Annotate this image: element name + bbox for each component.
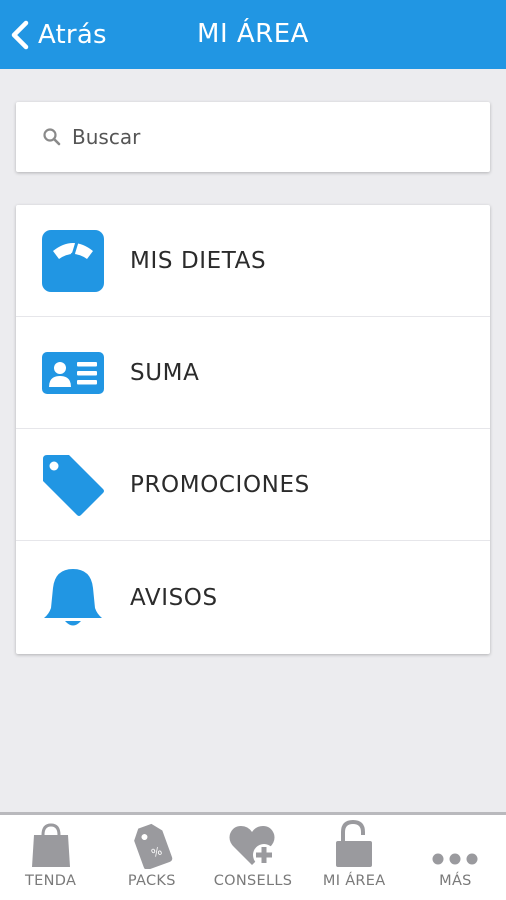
scale-icon: [41, 229, 105, 293]
tab-mas[interactable]: MÁS: [405, 815, 506, 900]
menu-item-label: PROMOCIONES: [130, 471, 310, 498]
tag-icon: [41, 453, 105, 517]
tab-mi-area[interactable]: MI ÁREA: [304, 815, 405, 900]
menu-item-avisos[interactable]: AVISOS: [16, 541, 490, 654]
menu-item-promociones[interactable]: PROMOCIONES: [16, 429, 490, 541]
tab-consells[interactable]: CONSELLS: [202, 815, 303, 900]
search-input[interactable]: [72, 125, 452, 149]
page-title-text: MI ÁREA: [197, 19, 309, 49]
tab-label: TENDA: [25, 873, 77, 889]
menu-item-suma[interactable]: SUMA: [16, 317, 490, 429]
bell-icon: [41, 566, 105, 630]
menu-item-mis-dietas[interactable]: MIS DIETAS: [16, 205, 490, 317]
tab-label: PACKS: [127, 873, 176, 889]
discount-tag-icon: %: [131, 815, 173, 873]
tab-label: MÁS: [439, 873, 472, 889]
unlock-icon: [334, 815, 374, 873]
tab-packs[interactable]: % PACKS: [101, 815, 202, 900]
search-icon: [42, 127, 62, 147]
more-dots-icon: [431, 815, 479, 873]
id-card-icon: [41, 341, 105, 405]
menu-item-label: SUMA: [130, 359, 200, 386]
tab-tenda[interactable]: TENDA: [0, 815, 101, 900]
menu-list: MIS DIETAS SUMA PROMOCIONES AVISOS: [16, 205, 490, 654]
back-label: Atrás: [38, 19, 107, 50]
heart-plus-icon: [228, 815, 278, 873]
chevron-left-icon: [10, 20, 30, 50]
search-bar[interactable]: [16, 102, 490, 172]
tab-label: MI ÁREA: [322, 873, 386, 889]
shopping-bag-icon: [31, 815, 71, 873]
bottom-tab-bar: TENDA % PACKS CONSELLS MI ÁREA MÁS: [0, 812, 506, 900]
menu-item-label: MIS DIETAS: [130, 247, 267, 274]
back-button[interactable]: Atrás: [10, 0, 107, 69]
top-bar: MI ÁREA Atrás: [0, 0, 506, 69]
menu-item-label: AVISOS: [130, 584, 218, 611]
tab-label: CONSELLS: [213, 873, 293, 889]
